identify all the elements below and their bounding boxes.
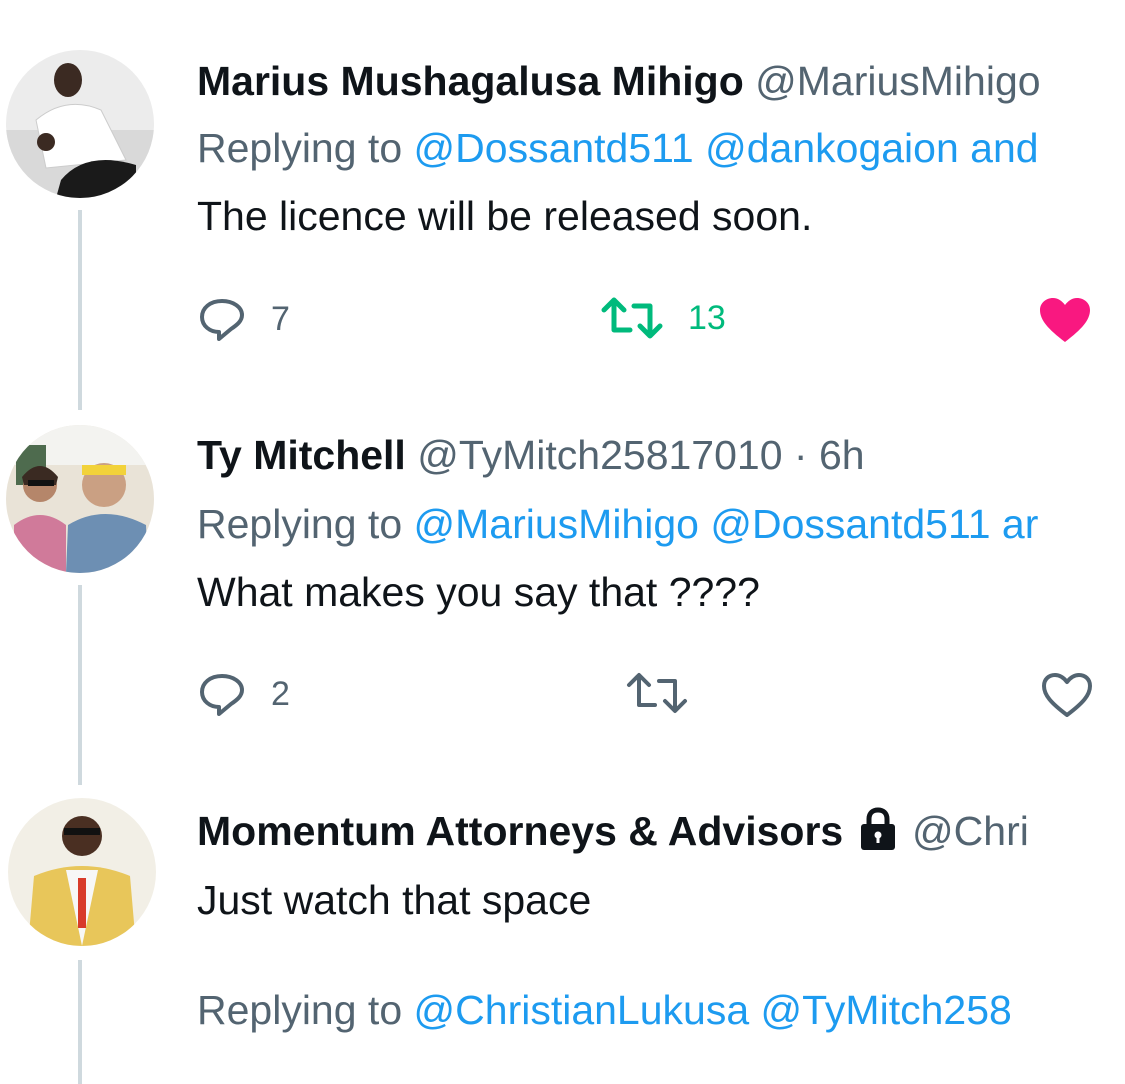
avatar[interactable] bbox=[8, 798, 156, 946]
reply-count: 2 bbox=[271, 674, 290, 713]
author-name[interactable]: Marius Mushagalusa Mihigo bbox=[197, 58, 744, 104]
lock-icon bbox=[860, 807, 895, 850]
replying-to-label: Replying to bbox=[197, 125, 403, 171]
reply-icon bbox=[200, 299, 244, 341]
author-line: Momentum Attorneys & Advisors @Chri bbox=[197, 807, 1029, 855]
reply-button[interactable]: 2 bbox=[197, 671, 290, 717]
mention-links[interactable]: @Dossantd511 @dankogaion and bbox=[414, 125, 1039, 171]
thread-line bbox=[78, 960, 82, 1084]
avatar[interactable] bbox=[6, 425, 154, 573]
tweet-text: What makes you say that ???? bbox=[197, 569, 760, 615]
replying-to: Replying to @MariusMihigo @Dossantd511 a… bbox=[197, 500, 1038, 548]
reply-icon bbox=[200, 674, 244, 716]
mention-links[interactable]: @ChristianLukusa @TyMitch258 bbox=[414, 987, 1012, 1033]
retweet-icon bbox=[601, 297, 663, 339]
mention-links[interactable]: @MariusMihigo @Dossantd511 ar bbox=[414, 501, 1039, 547]
tweet-text: Just watch that space bbox=[197, 877, 592, 923]
retweet-icon bbox=[627, 673, 687, 713]
author-name[interactable]: Ty Mitchell bbox=[197, 432, 406, 478]
thread-line bbox=[78, 585, 82, 785]
avatar[interactable] bbox=[6, 50, 154, 198]
like-button[interactable] bbox=[1038, 296, 1092, 344]
heart-icon bbox=[1042, 673, 1092, 717]
author-name[interactable]: Momentum Attorneys & Advisors bbox=[197, 808, 843, 854]
reply-count: 7 bbox=[271, 299, 290, 338]
like-button[interactable] bbox=[1040, 671, 1094, 719]
replying-to-label: Replying to bbox=[197, 501, 403, 547]
author-line: Marius Mushagalusa Mihigo @MariusMihigo bbox=[197, 57, 1041, 105]
author-line: Ty Mitchell @TyMitch25817010 · 6h bbox=[197, 431, 865, 479]
tweet-text: The licence will be released soon. bbox=[197, 193, 813, 239]
author-handle[interactable]: @MariusMihigo bbox=[755, 58, 1040, 104]
replying-to-label: Replying to bbox=[197, 987, 403, 1033]
retweet-button[interactable] bbox=[625, 671, 689, 715]
timestamp[interactable]: · 6h bbox=[794, 432, 865, 478]
retweet-count: 13 bbox=[688, 298, 726, 337]
replying-to: Replying to @Dossantd511 @dankogaion and bbox=[197, 124, 1039, 172]
retweet-button[interactable]: 13 bbox=[600, 296, 726, 340]
author-handle[interactable]: @TyMitch25817010 bbox=[417, 432, 782, 478]
thread-line bbox=[78, 210, 82, 410]
heart-filled-icon bbox=[1040, 298, 1090, 342]
reply-button[interactable]: 7 bbox=[197, 296, 290, 342]
author-handle[interactable]: @Chri bbox=[912, 808, 1029, 854]
replying-to: Replying to @ChristianLukusa @TyMitch258 bbox=[197, 986, 1012, 1034]
